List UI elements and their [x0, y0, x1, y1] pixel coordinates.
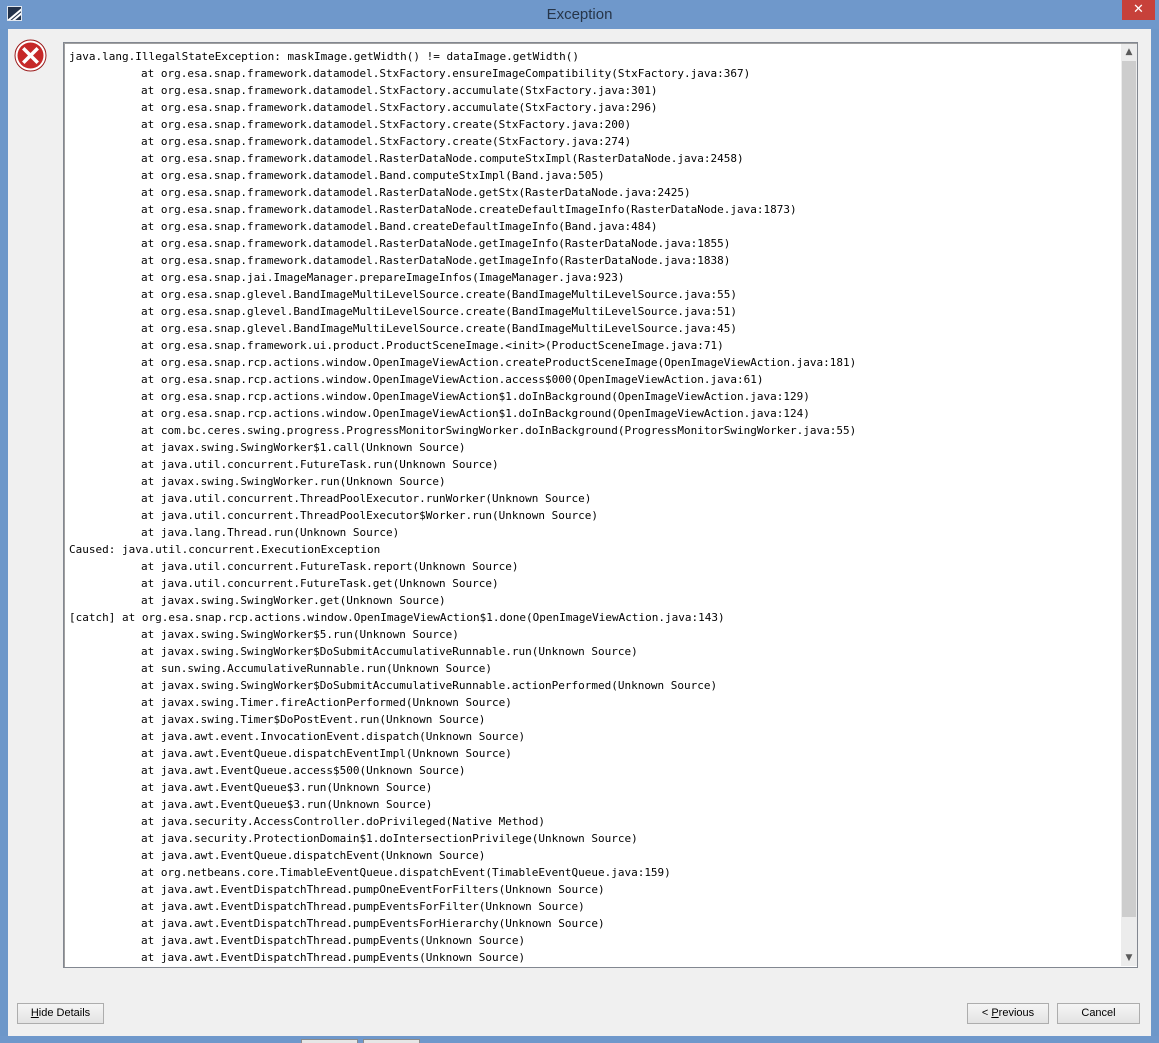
previous-label: revious	[998, 1007, 1035, 1019]
stack-trace-line: at java.util.concurrent.ThreadPoolExecut…	[141, 492, 592, 505]
previous-mnemonic: P	[991, 1007, 999, 1019]
stack-trace-line: at java.awt.EventQueue$3.run(Unknown Sou…	[141, 798, 433, 811]
stack-trace-line: at org.esa.snap.framework.datamodel.Band…	[141, 220, 658, 233]
previous-button[interactable]: < Previous	[967, 1003, 1049, 1024]
stack-trace-line: at org.esa.snap.rcp.actions.window.OpenI…	[141, 407, 810, 420]
stack-trace-line: at org.esa.snap.rcp.actions.window.OpenI…	[141, 373, 764, 386]
stack-trace-line: java.lang.IllegalStateException: maskIma…	[69, 50, 579, 63]
stack-trace-line: at org.esa.snap.framework.datamodel.Band…	[141, 169, 605, 182]
stack-trace-line: at java.util.concurrent.ThreadPoolExecut…	[141, 509, 598, 522]
stack-trace-line: at org.esa.snap.glevel.BandImageMultiLev…	[141, 288, 738, 301]
stack-trace-line: at org.esa.snap.framework.datamodel.Rast…	[141, 237, 731, 250]
stack-trace-line: at java.awt.EventDispatchThread.pumpOneE…	[141, 883, 605, 896]
stack-trace-line: at org.esa.snap.framework.datamodel.Rast…	[141, 203, 797, 216]
scroll-down-icon[interactable]: ▼	[1121, 950, 1137, 966]
hide-details-label: ide Details	[38, 1007, 91, 1019]
stack-trace-line: at org.esa.snap.framework.datamodel.StxF…	[141, 67, 751, 80]
dialog-content: java.lang.IllegalStateException: maskIma…	[8, 29, 1151, 1036]
stack-trace-line: at java.awt.EventQueue$3.run(Unknown Sou…	[141, 781, 433, 794]
stack-trace-line: at java.util.concurrent.FutureTask.repor…	[141, 560, 519, 573]
stack-trace-line: at org.netbeans.core.TimableEventQueue.d…	[141, 866, 671, 879]
stack-trace-line: at java.util.concurrent.FutureTask.get(U…	[141, 577, 499, 590]
stack-trace-line: at org.esa.snap.framework.datamodel.Rast…	[141, 254, 731, 267]
stack-trace-line: at com.bc.ceres.swing.progress.ProgressM…	[141, 424, 857, 437]
stack-trace-line: at java.awt.EventDispatchThread.pumpEven…	[141, 917, 605, 930]
exception-dialog: Exception ✕ java.lang.IllegalStateExcept…	[0, 0, 1159, 1043]
hide-details-button[interactable]: Hide Details	[17, 1003, 104, 1024]
stack-trace-line: at org.esa.snap.framework.ui.product.Pro…	[141, 339, 724, 352]
window-bottom-border	[0, 1036, 1159, 1043]
window-title: Exception	[546, 6, 613, 23]
hide-details-mnemonic: H	[30, 1007, 39, 1019]
stack-trace-line: at org.esa.snap.framework.datamodel.StxF…	[141, 135, 632, 148]
error-icon	[14, 39, 47, 72]
stack-trace-line: at org.esa.snap.rcp.actions.window.OpenI…	[141, 356, 857, 369]
scroll-up-icon[interactable]: ▲	[1121, 44, 1137, 60]
stack-trace-line: at sun.swing.AccumulativeRunnable.run(Un…	[141, 662, 492, 675]
stack-trace-line: at java.awt.EventQueue.dispatchEvent(Unk…	[141, 849, 486, 862]
stack-trace-line: at org.esa.snap.framework.datamodel.StxF…	[141, 118, 632, 131]
stack-trace-line: at java.lang.Thread.run(Unknown Source)	[141, 526, 400, 539]
stack-trace-line: [catch] at org.esa.snap.rcp.actions.wind…	[69, 611, 725, 624]
taskbar-tab[interactable]	[301, 1039, 358, 1043]
stack-trace-line: at javax.swing.SwingWorker$DoSubmitAccum…	[141, 645, 638, 658]
stack-trace-line: at java.awt.EventDispatchThread.pumpEven…	[141, 951, 526, 964]
stack-trace-line: at java.security.ProtectionDomain$1.doIn…	[141, 832, 638, 845]
stack-trace-line: Caused: java.util.concurrent.ExecutionEx…	[69, 543, 381, 556]
stack-trace-line: at java.security.AccessController.doPriv…	[141, 815, 545, 828]
stack-trace-line: at javax.swing.SwingWorker.run(Unknown S…	[141, 475, 446, 488]
stack-trace-line: at java.awt.EventDispatchThread.pumpEven…	[141, 900, 585, 913]
stack-trace-line: at java.awt.EventQueue.access$500(Unknow…	[141, 764, 466, 777]
close-button[interactable]: ✕	[1122, 0, 1155, 20]
stack-trace-line: at javax.swing.Timer.fireActionPerformed…	[141, 696, 512, 709]
stack-trace-line: at javax.swing.SwingWorker$5.run(Unknown…	[141, 628, 459, 641]
stack-trace-text: java.lang.IllegalStateException: maskIma…	[69, 48, 856, 966]
stack-trace-line: at javax.swing.SwingWorker.get(Unknown S…	[141, 594, 446, 607]
taskbar-tab[interactable]	[363, 1039, 420, 1043]
stack-trace-line: at java.awt.EventDispatchThread.pumpEven…	[141, 934, 526, 947]
stack-trace-line: at java.awt.EventQueue.dispatchEventImpl…	[141, 747, 512, 760]
stack-trace-line: at org.esa.snap.framework.datamodel.StxF…	[141, 84, 658, 97]
stack-trace-line: at org.esa.snap.framework.datamodel.StxF…	[141, 101, 658, 114]
stack-trace-line: at java.awt.event.InvocationEvent.dispat…	[141, 730, 526, 743]
stack-trace-line: at org.esa.snap.framework.datamodel.Rast…	[141, 186, 691, 199]
stack-trace-line: at org.esa.snap.glevel.BandImageMultiLev…	[141, 322, 738, 335]
previous-prefix: <	[981, 1007, 992, 1019]
stack-trace-textarea[interactable]: java.lang.IllegalStateException: maskIma…	[63, 42, 1138, 968]
scrollbar-thumb[interactable]	[1122, 61, 1136, 917]
stack-trace-line: at java.util.concurrent.FutureTask.run(U…	[141, 458, 499, 471]
stack-trace-line: at javax.swing.SwingWorker$1.call(Unknow…	[141, 441, 466, 454]
stack-trace-line: at org.esa.snap.jai.ImageManager.prepare…	[141, 271, 625, 284]
stack-trace-line: at org.esa.snap.rcp.actions.window.OpenI…	[141, 390, 810, 403]
vertical-scrollbar[interactable]: ▲ ▼	[1121, 44, 1137, 966]
stack-trace-line: at javax.swing.SwingWorker$DoSubmitAccum…	[141, 679, 718, 692]
stack-trace-line: at javax.swing.Timer$DoPostEvent.run(Unk…	[141, 713, 486, 726]
title-bar[interactable]: Exception ✕	[0, 0, 1159, 29]
stack-trace-line: at org.esa.snap.framework.datamodel.Rast…	[141, 152, 744, 165]
stack-trace-line: at org.esa.snap.glevel.BandImageMultiLev…	[141, 305, 738, 318]
cancel-button[interactable]: Cancel	[1057, 1003, 1140, 1024]
